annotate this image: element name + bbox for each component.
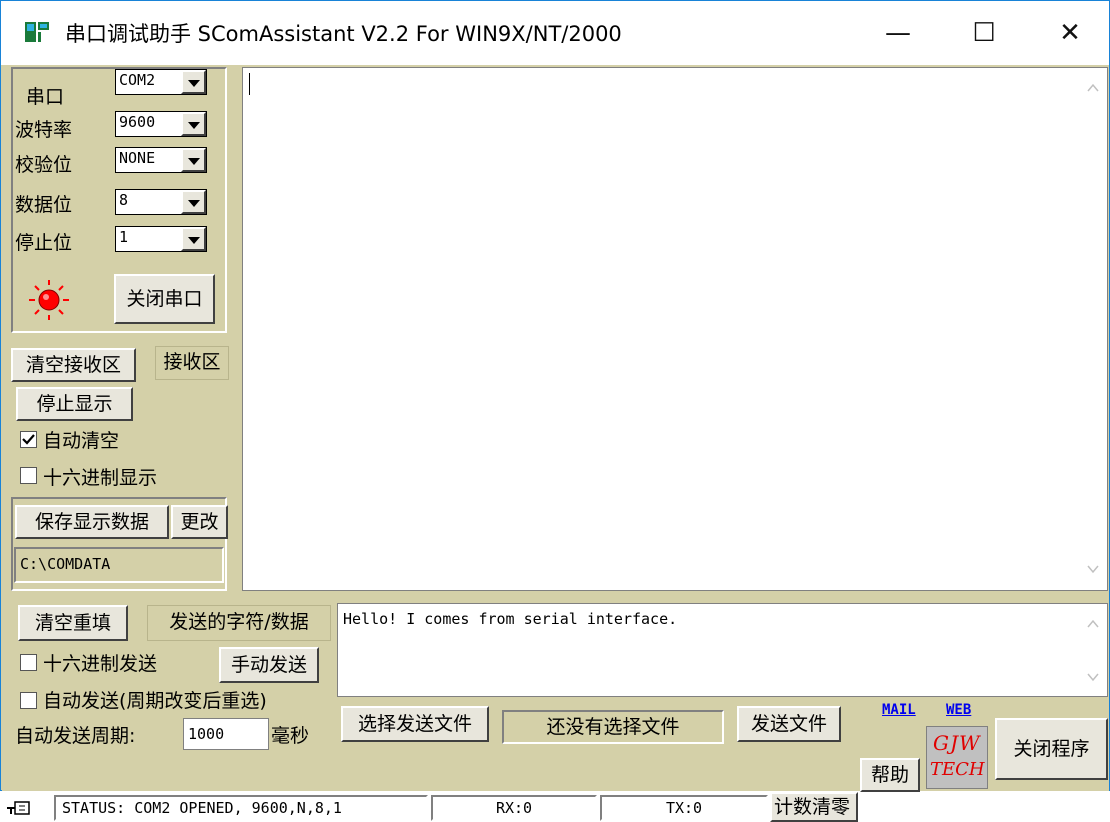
serial-connector-icon [7,801,30,815]
chevron-down-icon[interactable] [181,70,206,94]
scroll-up-icon[interactable] [1087,619,1099,629]
send-scrollbar[interactable] [1079,604,1107,696]
receive-area-label: 接收区 [155,346,229,380]
parity-select[interactable]: NONE [115,147,207,173]
send-text: Hello! I comes from serial interface. [343,610,678,628]
auto-clear-label[interactable]: 自动清空 [43,426,119,453]
logo-text-tech: TECH [930,759,985,780]
window-title: 串口调试助手 SComAssistant V2.2 For WIN9X/NT/2… [65,22,622,46]
scroll-down-icon[interactable] [1087,672,1099,682]
baud-select-value: 9600 [119,113,156,131]
close-program-button[interactable]: 关闭程序 [995,718,1108,780]
clear-receive-button[interactable]: 清空接收区 [11,348,136,382]
chevron-down-icon[interactable] [181,112,206,136]
send-period-unit: 毫秒 [271,725,310,747]
send-file-button[interactable]: 发送文件 [737,706,841,742]
stopbits-select-value: 1 [119,228,129,246]
save-display-data-button[interactable]: 保存显示数据 [15,505,169,539]
port-select[interactable]: COM2 [115,69,207,95]
send-period-value: 1000 [188,725,225,743]
databits-label: 数据位 [15,194,73,216]
gjw-tech-logo[interactable]: GJW TECH [926,726,988,789]
auto-send-checkbox[interactable] [20,692,37,709]
hex-display-label[interactable]: 十六进制显示 [43,463,157,490]
clear-refill-button[interactable]: 清空重填 [18,605,128,641]
parity-label: 校验位 [15,154,73,176]
maximize-button[interactable]: ☐ [949,1,1019,65]
scroll-down-icon[interactable] [1087,564,1099,574]
send-textarea[interactable]: Hello! I comes from serial interface. [337,603,1108,697]
count-clear-button[interactable]: 计数清零 [770,792,858,822]
send-period-label: 自动发送周期: [15,725,136,747]
stopbits-label: 停止位 [15,232,73,254]
web-link[interactable]: WEB [946,702,971,718]
app-window: 串口调试助手 SComAssistant V2.2 For WIN9X/NT/2… [0,0,1110,822]
chevron-down-icon[interactable] [181,148,206,172]
stop-display-button[interactable]: 停止显示 [16,387,133,421]
rx-counter: RX:0 [431,795,597,821]
hex-send-label[interactable]: 十六进制发送 [43,649,157,676]
chevron-down-icon[interactable] [181,227,206,251]
tx-counter: TX:0 [600,795,768,821]
hex-display-checkbox[interactable] [20,467,37,484]
port-select-value: COM2 [119,71,156,89]
receive-textarea[interactable] [242,67,1108,591]
help-button[interactable]: 帮助 [860,758,920,792]
databits-select[interactable]: 8 [115,189,207,215]
auto-clear-checkbox[interactable] [20,431,37,448]
close-port-button[interactable]: 关闭串口 [114,274,215,324]
text-cursor [249,73,250,95]
logo-text-gjw: GJW [933,731,981,755]
receive-scrollbar[interactable] [1079,68,1107,590]
send-period-input[interactable]: 1000 [183,718,269,750]
choose-send-file-button[interactable]: 选择发送文件 [341,706,489,742]
app-icon [25,22,49,42]
chevron-down-icon[interactable] [181,190,206,214]
title-bar[interactable]: 串口调试助手 SComAssistant V2.2 For WIN9X/NT/2… [1,1,1109,65]
checkmark-icon [22,434,35,445]
port-label: 串口 [26,86,65,108]
hex-send-checkbox[interactable] [20,654,37,671]
parity-select-value: NONE [119,149,156,167]
databits-select-value: 8 [119,191,129,209]
scroll-up-icon[interactable] [1087,83,1099,93]
close-button[interactable]: ✕ [1035,1,1105,65]
manual-send-button[interactable]: 手动发送 [219,647,319,683]
port-status-indicator-icon [29,280,69,320]
auto-send-label[interactable]: 自动发送(周期改变后重选) [43,686,267,713]
mail-link[interactable]: MAIL [882,702,916,718]
stopbits-select[interactable]: 1 [115,226,207,252]
file-status-field: 还没有选择文件 [502,710,724,744]
status-text: STATUS: COM2 OPENED, 9600,N,8,1 [54,795,428,821]
baud-label: 波特率 [15,119,73,141]
change-path-button[interactable]: 更改 [171,505,228,539]
client-area: 串口 COM2 波特率 9600 校验位 NONE 数据位 8 停止位 1 关闭… [2,65,1109,822]
baud-select[interactable]: 9600 [115,111,207,137]
send-area-label: 发送的字符/数据 [147,605,331,641]
save-path-field: C:\COMDATA [14,547,224,583]
minimize-button[interactable]: — [863,1,933,65]
